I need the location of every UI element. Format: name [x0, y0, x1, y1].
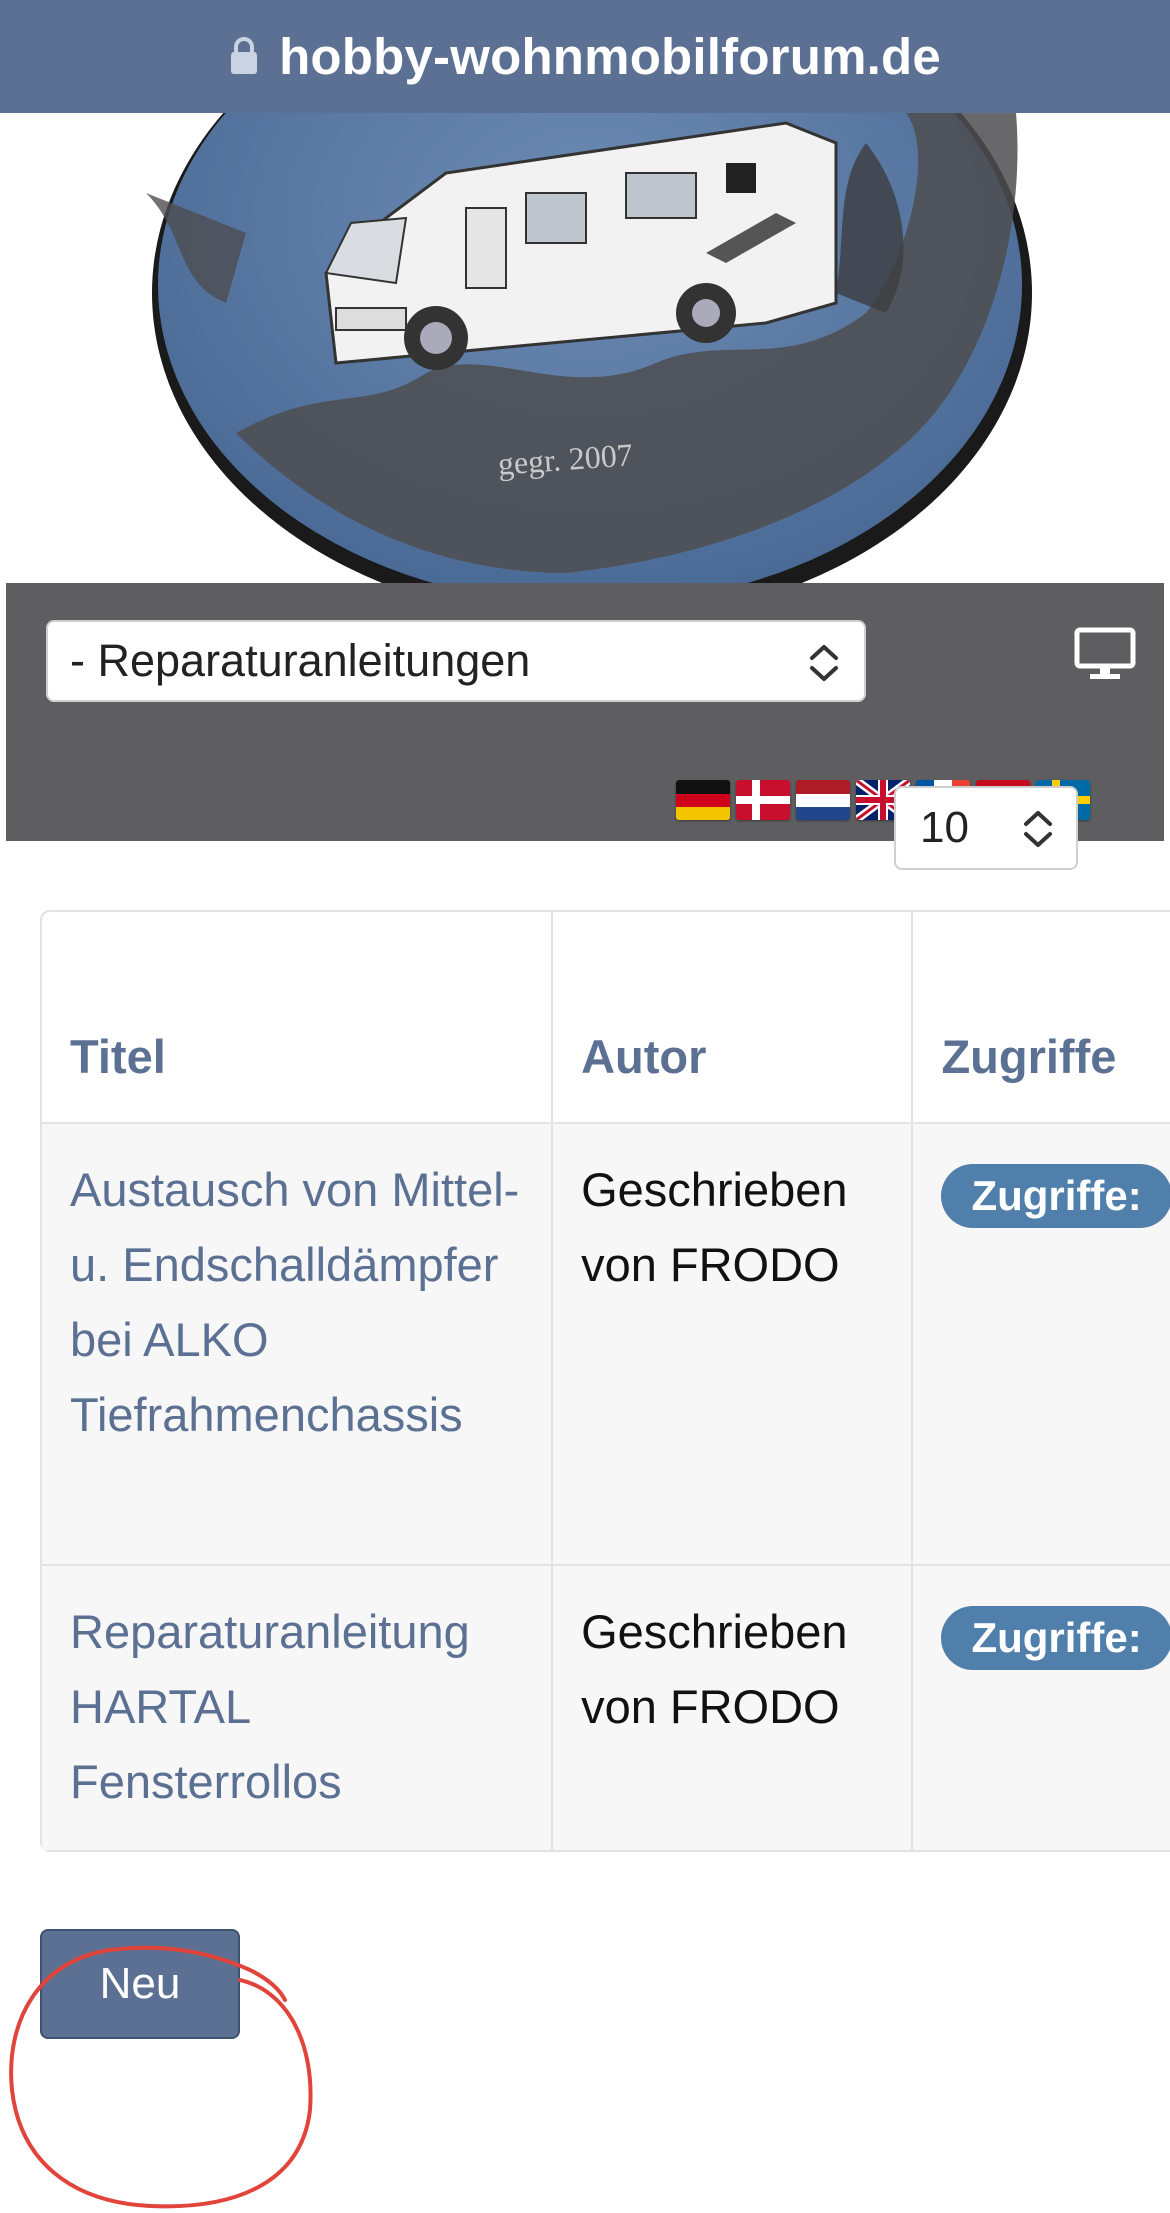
title-cell: Reparaturanleitung HARTAL Fensterrollos [42, 1566, 552, 1850]
hand-drawn-circle-annotation [9, 1945, 313, 2209]
title-cell: Austausch von Mittel- u. Endschalldämpfe… [42, 1124, 552, 1564]
column-header-author[interactable]: Autor [551, 912, 911, 1122]
table-header-row: Titel Autor Zugriffe [42, 912, 1170, 1122]
hits-badge: Zugriffe: [941, 1606, 1170, 1670]
hits-cell: Zugriffe: [911, 1566, 1170, 1850]
column-header-title[interactable]: Titel [42, 912, 551, 1122]
table-row: Reparaturanleitung HARTAL Fensterrollos … [42, 1564, 1170, 1850]
hits-badge: Zugriffe: [941, 1164, 1170, 1228]
select-chevron-icon [806, 642, 842, 695]
flag-de-icon[interactable] [676, 780, 730, 820]
hits-cell: Zugriffe: [911, 1124, 1170, 1564]
desktop-view-icon[interactable] [1074, 627, 1136, 686]
browser-url-bar[interactable]: hobby-wohnmobilforum.de [0, 0, 1170, 113]
flag-nl-icon[interactable] [796, 780, 850, 820]
per-page-select[interactable]: 10 [894, 786, 1078, 870]
author-cell: Geschrieben von FRODO [551, 1124, 912, 1564]
author-text: Geschrieben von FRODO [581, 1163, 848, 1291]
column-header-hits[interactable]: Zugriffe [911, 912, 1170, 1122]
flag-dk-icon[interactable] [736, 780, 790, 820]
author-cell: Geschrieben von FRODO [551, 1566, 912, 1850]
lock-icon [229, 29, 259, 88]
article-title-link[interactable]: Reparaturanleitung HARTAL Fensterrollos [70, 1605, 470, 1808]
url-text: hobby-wohnmobilforum.de [279, 28, 941, 85]
category-select[interactable]: - Reparaturanleitungen [46, 620, 866, 702]
category-select-value: - Reparaturanleitungen [70, 635, 531, 686]
per-page-value: 10 [920, 803, 969, 852]
select-chevron-icon [1020, 808, 1056, 861]
article-title-link[interactable]: Austausch von Mittel- u. Endschalldämpfe… [70, 1163, 519, 1441]
articles-table: Titel Autor Zugriffe Austausch von Mitte… [40, 910, 1170, 1852]
forum-logo[interactable]: gegr. 2007 [6, 113, 1164, 583]
table-row: Austausch von Mittel- u. Endschalldämpfe… [42, 1122, 1170, 1564]
author-text: Geschrieben von FRODO [581, 1605, 848, 1733]
